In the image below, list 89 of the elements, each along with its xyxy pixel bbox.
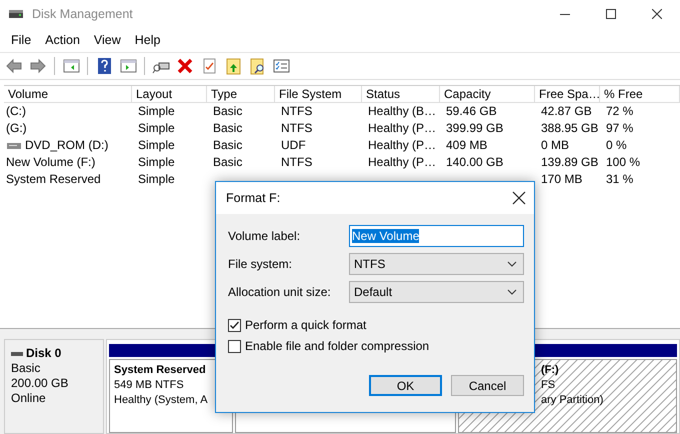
menu-item[interactable]: View [86,33,128,47]
menu-item[interactable]: Help [128,33,168,47]
forward-arrow-icon[interactable] [29,57,47,75]
partition-detail: FS [541,378,556,393]
disk-status: Online [11,391,47,406]
field-label: Volume label: [228,229,302,243]
console-tree-icon[interactable] [62,57,80,75]
dialog-title: Format F: [226,191,280,205]
column-header[interactable]: Type [207,86,275,103]
maximize-icon[interactable] [606,9,616,19]
table-cell: 139.89 GB [541,154,598,171]
disk-name: Disk 0 [26,346,62,361]
delete-icon[interactable] [176,57,194,75]
column-header[interactable]: Free Spa… [535,86,600,103]
checklist-icon[interactable] [272,57,290,75]
table-cell: NTFS [281,120,312,137]
table-cell: Basic [213,103,242,120]
table-cell: Healthy (P… [368,137,436,154]
action-pane-icon[interactable] [119,57,137,75]
field-label: Allocation unit size: [228,285,332,299]
table-cell: NTFS [281,154,312,171]
table-cell: 0 MB [541,137,570,154]
table-cell: Basic [213,120,242,137]
dropdown[interactable]: NTFS [349,253,524,275]
table-cell: Simple [138,120,175,137]
text-field[interactable]: New Volume [349,225,524,247]
table-cell: 409 MB [446,137,488,154]
help-icon[interactable] [95,57,113,75]
volume-name: System Reserved [6,171,101,188]
back-arrow-icon[interactable] [5,57,23,75]
window-title: Disk Management [32,7,133,21]
table-cell: 31 % [606,171,634,188]
menu-item[interactable]: Action [38,33,87,47]
column-header[interactable]: % Free [600,86,680,103]
table-cell: 59.46 GB [446,103,497,120]
close-icon[interactable] [652,9,662,19]
dialog-button[interactable]: Cancel [451,375,524,396]
close-icon[interactable] [512,191,526,205]
table-cell: 170 MB [541,171,582,188]
table-cell: 97 % [606,120,634,137]
partition-name: (F:) [541,363,560,378]
table-cell: 388.95 GB [541,120,598,137]
table-cell: 399.99 GB [446,120,504,137]
table-cell: Healthy (P… [368,120,436,137]
table-cell: UDF [281,137,306,154]
table-cell: 0 % [606,137,627,154]
checkbox-label: Perform a quick format [245,318,366,332]
column-header[interactable]: File System [275,86,362,103]
table-cell: Simple [138,137,175,154]
table-cell: Basic [213,137,242,154]
checkbox[interactable] [228,318,241,332]
volume-name: (G:) [6,120,27,137]
folder-up-icon[interactable] [224,57,242,75]
table-cell: Simple [138,171,175,188]
folder-search-icon[interactable] [248,57,266,75]
volume-name: New Volume (F:) [6,154,96,171]
column-header[interactable]: Status [362,86,440,103]
field-label: File system: [228,257,294,271]
dialog-button[interactable]: OK [369,375,442,396]
column-header[interactable]: Volume [4,86,132,103]
disk-type: Basic [11,361,42,376]
partition-detail: ary Partition) [541,393,604,408]
volume-name: (C:) [6,103,26,120]
menu-item[interactable]: File [4,33,38,47]
chevron-down-icon [507,289,517,295]
volume-name: DVD_ROM (D:) [25,137,108,154]
table-cell: NTFS [281,103,312,120]
disk-drive-icon [8,7,24,21]
chevron-down-icon [507,261,517,267]
table-cell: 72 % [606,103,634,120]
disk-drive-icon [11,350,23,358]
table-cell: Healthy (B… [368,103,436,120]
partition-detail: Healthy (System, A [114,393,209,408]
checkbox[interactable] [228,340,241,352]
table-cell: 42.87 GB [541,103,592,120]
checkmark-icon [229,320,240,330]
table-cell: Simple [138,154,175,171]
table-cell: 100 % [606,154,640,171]
table-cell: Basic [213,154,242,171]
column-header[interactable]: Capacity [440,86,535,103]
table-cell: 140.00 GB [446,154,504,171]
dropdown[interactable]: Default [349,281,524,303]
partition-detail: 549 MB NTFS [114,378,185,393]
column-header[interactable]: Layout [132,86,207,103]
table-cell: Simple [138,103,175,120]
partition-name: System Reserved [114,363,207,378]
table-cell: Healthy (P… [368,154,436,171]
disk-size: 200.00 GB [11,376,70,391]
checkbox-label: Enable file and folder compression [245,339,430,353]
